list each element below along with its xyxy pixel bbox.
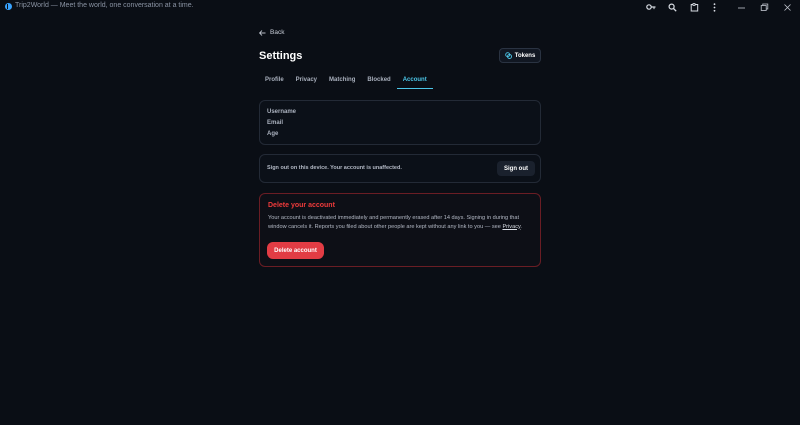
key-icon[interactable] — [645, 1, 657, 13]
back-label: Back — [270, 29, 285, 36]
app-globe-icon — [5, 3, 12, 10]
minimize-icon[interactable] — [735, 1, 747, 13]
account-info-card: Username Email Age — [259, 100, 541, 145]
page-title: Settings — [259, 50, 303, 62]
signout-card: Sign out on this device. Your account is… — [259, 154, 541, 183]
signout-description: Sign out on this device. Your account is… — [267, 165, 402, 171]
age-label: Age — [267, 131, 279, 137]
tab-account[interactable]: Account — [396, 72, 433, 89]
delete-description-text: Your account is deactivated immediately … — [268, 215, 520, 230]
extension-icon[interactable] — [688, 1, 700, 13]
zoom-icon[interactable] — [666, 1, 678, 13]
more-vertical-icon[interactable] — [708, 1, 720, 13]
title-bar: Trip2World — Meet the world, one convers… — [0, 0, 800, 14]
window-title: Trip2World — Meet the world, one convers… — [15, 2, 194, 9]
sign-out-button[interactable]: Sign out — [497, 161, 535, 176]
tokens-icon — [504, 52, 512, 59]
tab-blocked[interactable]: Blocked — [361, 72, 396, 88]
delete-account-button[interactable]: Delete account — [267, 242, 324, 259]
username-label: Username — [267, 109, 297, 115]
restore-icon[interactable] — [758, 1, 770, 13]
close-icon[interactable] — [781, 1, 793, 13]
privacy-link[interactable]: Privacy — [502, 224, 520, 230]
tokens-label: Tokens — [514, 52, 536, 59]
delete-description-end: . — [520, 223, 522, 230]
tab-label: Profile — [265, 77, 284, 83]
tab-label: Blocked — [367, 77, 391, 83]
settings-tabs: Profile Privacy Matching Blocked Account — [259, 72, 541, 89]
arrow-left-icon — [259, 29, 266, 36]
back-link[interactable]: Back — [259, 29, 284, 36]
tab-profile[interactable]: Profile — [259, 72, 290, 88]
tab-matching[interactable]: Matching — [323, 72, 361, 88]
tokens-button[interactable]: Tokens — [499, 48, 541, 63]
tab-label: Privacy — [295, 77, 318, 83]
delete-account-card: Delete your account Your account is deac… — [259, 193, 541, 267]
delete-account-description: Your account is deactivated immediately … — [268, 214, 534, 231]
delete-account-title: Delete your account — [268, 202, 335, 209]
tab-label: Account — [402, 77, 427, 83]
tab-privacy[interactable]: Privacy — [290, 72, 323, 88]
tab-label: Matching — [329, 77, 356, 83]
email-label: Email — [267, 120, 284, 126]
